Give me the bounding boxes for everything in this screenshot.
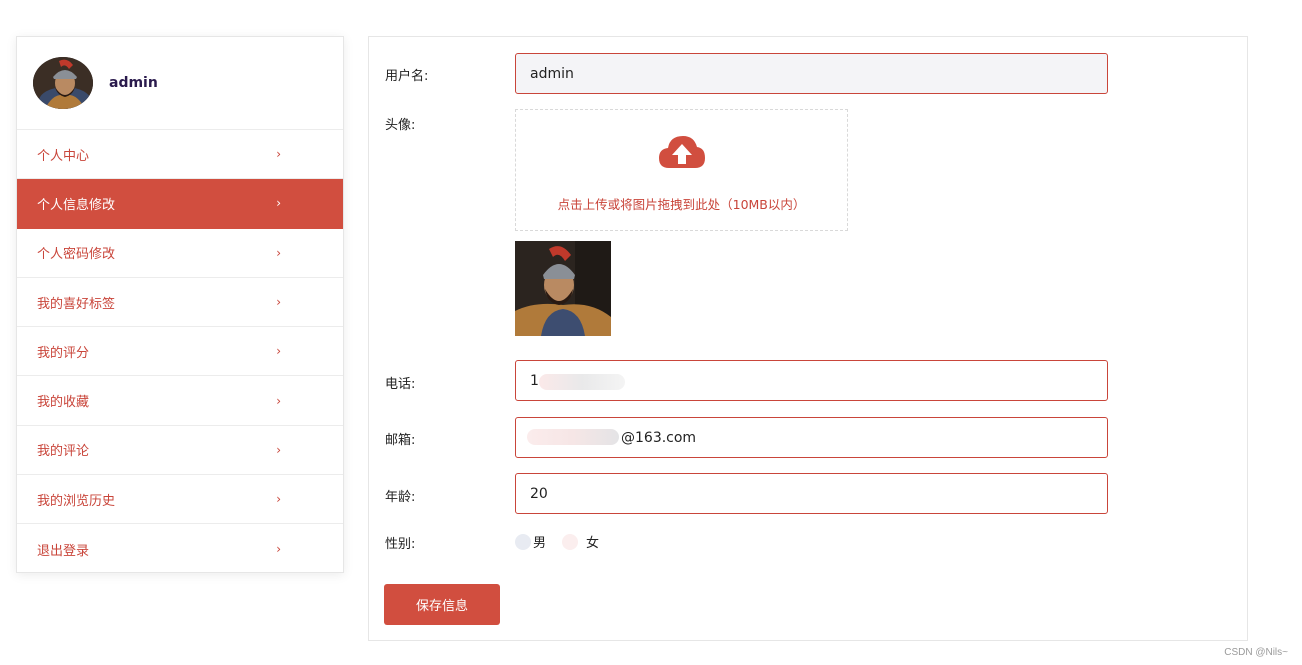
avatar-preview-image bbox=[515, 241, 611, 336]
menu-item-change-password[interactable]: 个人密码修改 › bbox=[17, 229, 343, 278]
menu-item-label: 我的浏览历史 bbox=[37, 493, 116, 509]
menu-item-label: 个人中心 bbox=[37, 148, 90, 164]
chevron-right-icon: › bbox=[276, 147, 281, 162]
profile-form-panel: 用户名: 头像: 点击上传或将图片拖拽到此处（10MB以内） 电话: 邮箱: 年… bbox=[368, 36, 1248, 641]
age-input[interactable] bbox=[515, 473, 1108, 514]
menu-item-label: 个人信息修改 bbox=[37, 197, 116, 213]
chevron-right-icon: › bbox=[276, 295, 281, 310]
chevron-right-icon: › bbox=[276, 393, 281, 408]
username-input[interactable] bbox=[515, 53, 1108, 94]
cloud-upload-icon bbox=[659, 136, 705, 168]
chevron-right-icon: › bbox=[276, 492, 281, 507]
menu-item-preference-tags[interactable]: 我的喜好标签 › bbox=[17, 278, 343, 328]
redacted-phone-mask bbox=[539, 374, 625, 390]
chevron-right-icon: › bbox=[276, 196, 281, 211]
profile-header: admin bbox=[17, 37, 343, 130]
upload-hint-text: 点击上传或将图片拖拽到此处（10MB以内） bbox=[557, 197, 806, 212]
menu-item-label: 我的评分 bbox=[37, 345, 90, 361]
avatar-field-label: 头像: bbox=[385, 118, 416, 133]
chevron-right-icon: › bbox=[276, 245, 281, 260]
menu-item-label: 我的评论 bbox=[37, 444, 90, 460]
menu-item-label: 我的收藏 bbox=[37, 395, 90, 411]
menu-item-personal-center[interactable]: 个人中心 › bbox=[17, 130, 343, 180]
chevron-right-icon: › bbox=[276, 344, 281, 359]
menu-item-my-favorites[interactable]: 我的收藏 › bbox=[17, 376, 343, 426]
age-field-label: 年龄: bbox=[385, 490, 416, 505]
menu-item-browse-history[interactable]: 我的浏览历史 › bbox=[17, 475, 343, 525]
sidebar: admin 个人中心 › 个人信息修改 › 个人密码修改 › 我的喜好标签 › … bbox=[16, 36, 344, 573]
chevron-right-icon: › bbox=[276, 542, 281, 557]
menu-item-label: 个人密码修改 bbox=[37, 247, 116, 263]
avatar-upload-dropzone[interactable]: 点击上传或将图片拖拽到此处（10MB以内） bbox=[515, 109, 848, 231]
email-field-label: 邮箱: bbox=[385, 433, 416, 448]
menu-item-my-ratings[interactable]: 我的评分 › bbox=[17, 327, 343, 377]
menu-item-label: 我的喜好标签 bbox=[37, 296, 116, 312]
gender-radio-female[interactable] bbox=[562, 533, 579, 550]
username-label: admin bbox=[109, 75, 158, 91]
menu-item-label: 退出登录 bbox=[37, 543, 90, 559]
watermark: CSDN @Nils~ bbox=[1224, 647, 1288, 658]
gender-field-label: 性别: bbox=[385, 537, 416, 552]
gender-option-label: 女 bbox=[586, 536, 600, 551]
gender-option-label: 男 bbox=[533, 536, 547, 551]
gender-radio-male[interactable] bbox=[515, 533, 531, 550]
gender-radio-group: 男 女 bbox=[515, 532, 599, 551]
menu-item-logout[interactable]: 退出登录 › bbox=[17, 524, 343, 573]
username-field-label: 用户名: bbox=[385, 69, 429, 84]
chevron-right-icon: › bbox=[276, 442, 281, 457]
redacted-email-mask bbox=[527, 429, 619, 445]
save-button[interactable]: 保存信息 bbox=[384, 584, 500, 625]
phone-field-label: 电话: bbox=[385, 377, 416, 392]
menu-item-edit-profile[interactable]: 个人信息修改 › bbox=[17, 179, 343, 229]
menu-item-my-comments[interactable]: 我的评论 › bbox=[17, 426, 343, 476]
avatar bbox=[33, 57, 93, 109]
